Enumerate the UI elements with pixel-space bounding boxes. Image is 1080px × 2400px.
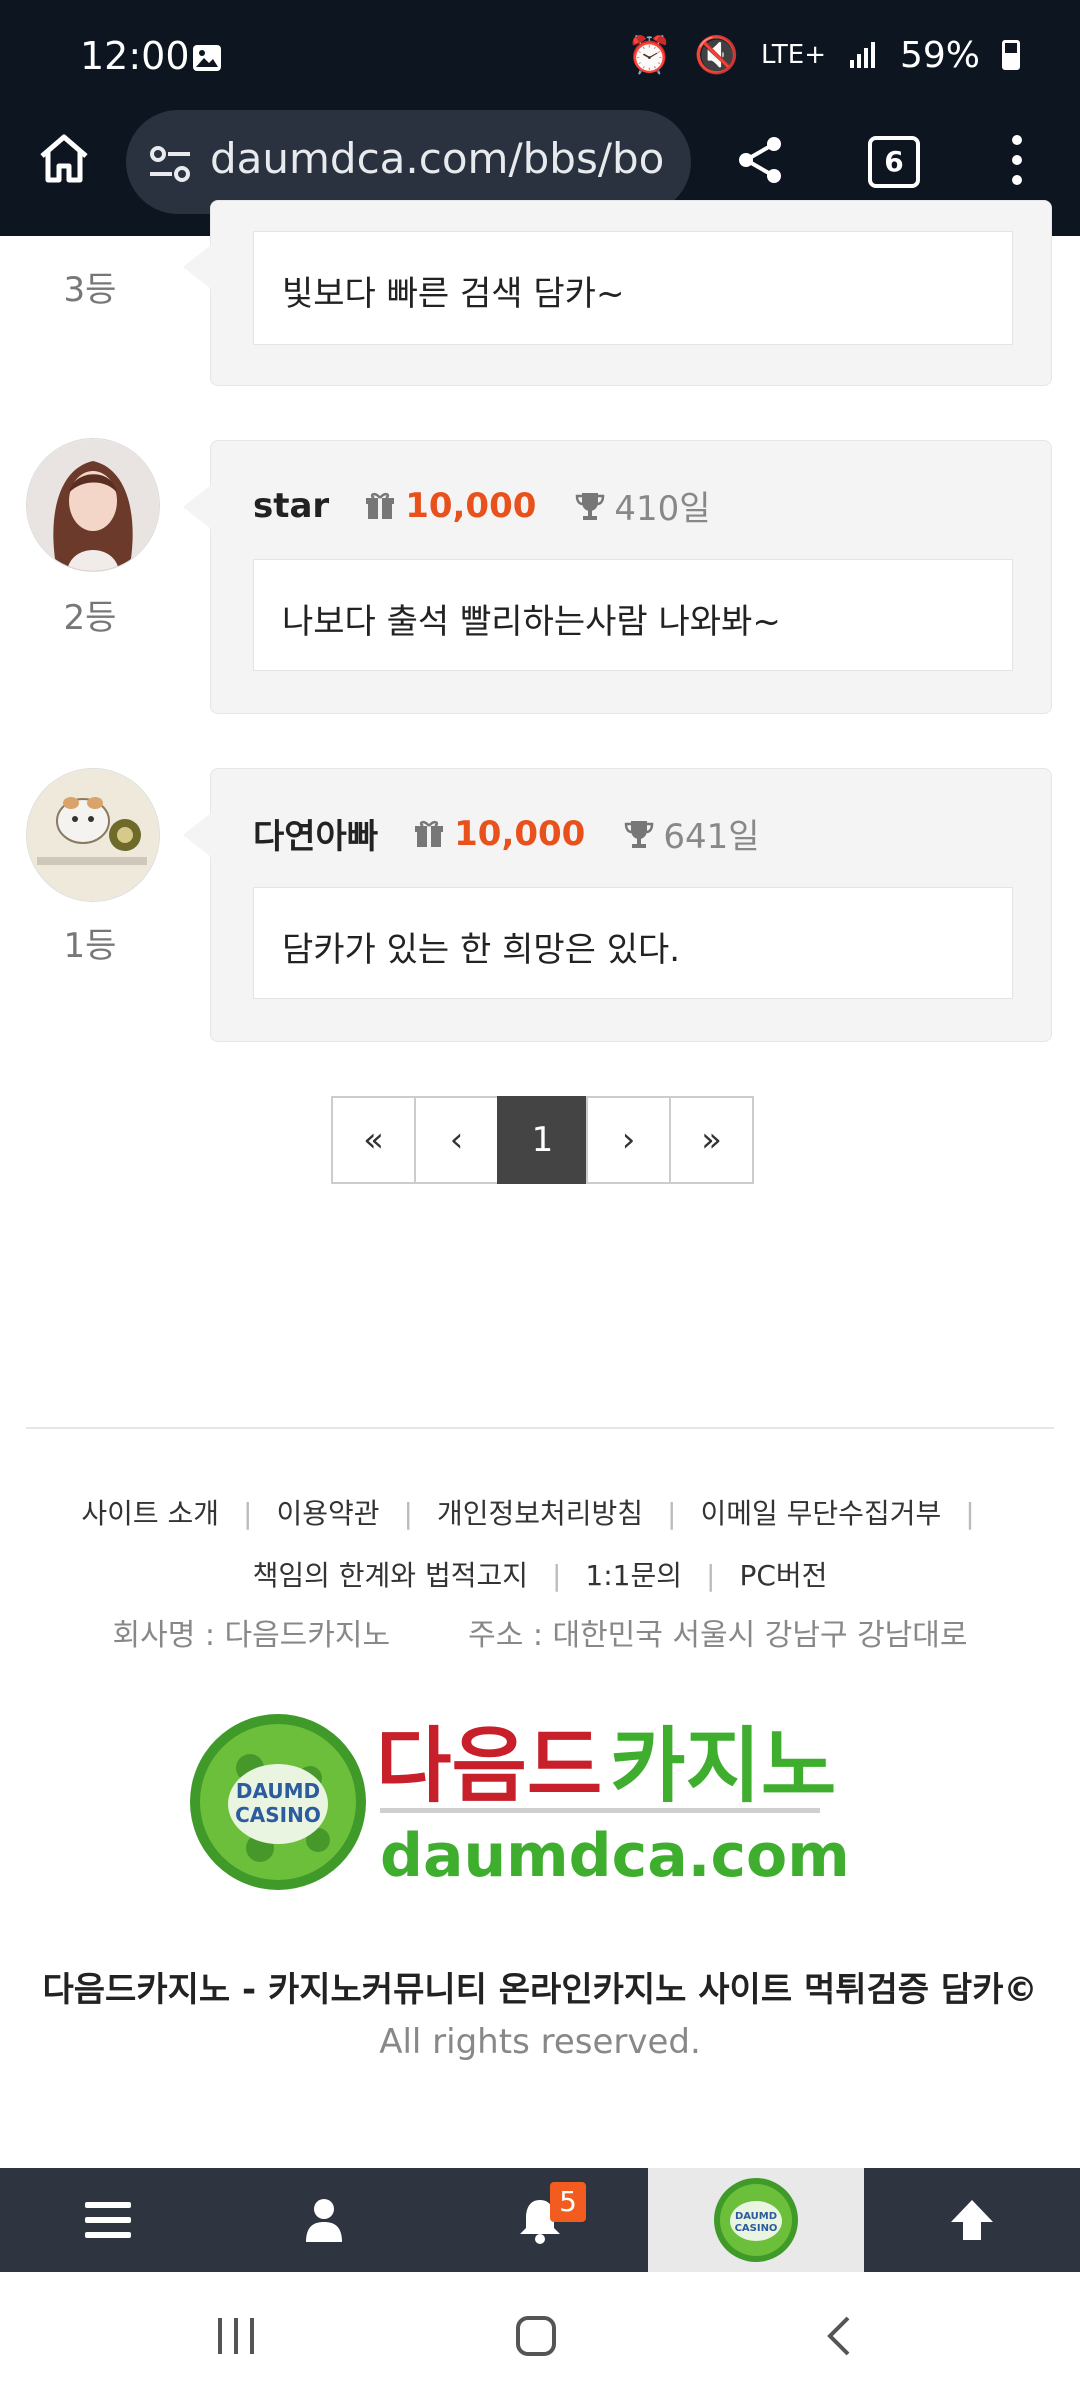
rank-label: 1등 (63, 926, 117, 966)
more-menu-icon[interactable] (1008, 132, 1026, 188)
company-name: 회사명 : 다음드카지노 (112, 1618, 391, 1653)
comment-message: 나보다 출석 빨리하는사람 나와봐~ (282, 602, 781, 642)
nav-menu-button[interactable] (0, 2168, 216, 2272)
svg-text:CASINO: CASINO (735, 2223, 778, 2234)
svg-text:DAUMD: DAUMD (735, 2211, 777, 2222)
user-icon (306, 2199, 342, 2242)
rights-text: All rights reserved. (379, 2022, 701, 2062)
home-icon[interactable] (38, 132, 90, 184)
company-info: 회사명 : 다음드카지노 주소 : 대한민국 서울시 강남구 강남대로 (0, 1610, 1080, 1654)
attendance-days: 641일 (663, 817, 760, 857)
network-label: LTE+ (760, 40, 826, 70)
comment-message-box: 나보다 출석 빨리하는사람 나와봐~ (253, 559, 1013, 671)
separator: | (551, 1559, 562, 1592)
footer-links-row1: 사이트 소개 | 이용약관 | 개인정보처리방침 | 이메일 무단수집거부 | (0, 1492, 1080, 1532)
gallery-icon (193, 45, 221, 71)
copyright-text: 다음드카지노 - 카지노커뮤니티 온라인카지노 사이트 먹튀검증 담카© (42, 1970, 1038, 2010)
hamburger-icon (85, 2202, 131, 2238)
last-page-button[interactable]: » (669, 1096, 754, 1184)
comment-meta: 다연아빠 10,000 641일 (253, 809, 760, 858)
bottom-nav: 5 DAUMD CASINO (0, 2168, 1080, 2272)
footer-links-row2: 책임의 한계와 법적고지 | 1:1문의 | PC버전 (0, 1554, 1080, 1594)
notification-badge: 5 (550, 2182, 586, 2222)
footer-link-privacy[interactable]: 개인정보처리방침 (437, 1497, 643, 1530)
avatar-image (27, 439, 159, 571)
footer-divider (26, 1427, 1054, 1429)
footer-link-terms[interactable]: 이용약관 (276, 1497, 379, 1530)
trophy-icon (625, 820, 654, 848)
footer-link-disclaimer[interactable]: 책임의 한계와 법적고지 (253, 1559, 528, 1592)
separator: | (403, 1497, 413, 1530)
address-bar[interactable]: daumdca.com/bbs/bo (126, 110, 691, 214)
nickname[interactable]: star (253, 486, 329, 526)
next-page-button[interactable]: › (586, 1096, 671, 1184)
nav-home-logo-button[interactable]: DAUMD CASINO (648, 2168, 864, 2272)
avatar[interactable] (26, 768, 160, 902)
site-logo[interactable]: DAUMD CASINO 다음드 카지노 daumdca.com (190, 1708, 850, 1898)
comment-message-box: 담카가 있는 한 희망은 있다. (253, 887, 1013, 999)
recent-apps-icon[interactable] (214, 2314, 258, 2358)
points-value: 10,000 (454, 813, 586, 854)
pagination: « ‹ 1 › » (331, 1096, 754, 1184)
separator: | (667, 1497, 677, 1530)
casino-logo-icon: DAUMD CASINO (714, 2178, 798, 2262)
battery-percent: 59% (899, 34, 980, 76)
mute-icon: 🔇 (694, 35, 739, 76)
current-page-button[interactable]: 1 (497, 1096, 588, 1184)
comment-bubble: 빛보다 빠른 검색 담카~ (183, 200, 1052, 386)
logo-domain: daumdca.com (380, 1821, 850, 1891)
home-nav-icon[interactable] (514, 2314, 558, 2358)
footer-link-inquiry[interactable]: 1:1문의 (585, 1559, 682, 1592)
footer-link-pc-version[interactable]: PC버전 (739, 1559, 827, 1592)
signal-icon (849, 42, 875, 68)
logo-badge-line2: CASINO (235, 1803, 321, 1827)
gift-icon (415, 820, 444, 847)
nav-user-button[interactable] (216, 2168, 432, 2272)
points-value: 10,000 (405, 485, 537, 526)
comment-meta: star 10,000 410일 (253, 481, 711, 530)
system-nav-bar (0, 2272, 1080, 2400)
first-page-button[interactable]: « (331, 1096, 416, 1184)
url-text[interactable]: daumdca.com/bbs/bo (210, 134, 664, 183)
nav-notification-button[interactable]: 5 (432, 2168, 648, 2272)
comment-bubble: star 10,000 410일 나보다 출석 빨리하는사람 나와봐~ (183, 440, 1052, 714)
company-address: 주소 : 대한민국 서울시 강남구 강남대로 (468, 1618, 968, 1653)
arrow-up-icon (951, 2200, 993, 2240)
prev-page-button[interactable]: ‹ (414, 1096, 499, 1184)
gift-icon (366, 492, 395, 519)
comment-message: 담카가 있는 한 희망은 있다. (282, 930, 681, 970)
separator: | (706, 1559, 716, 1592)
separator: | (243, 1497, 253, 1530)
avatar[interactable] (26, 438, 160, 572)
site-settings-icon[interactable] (148, 142, 192, 186)
footer-link-about[interactable]: 사이트 소개 (81, 1497, 219, 1530)
logo-badge: DAUMD CASINO (190, 1714, 366, 1890)
nav-scroll-top-button[interactable] (864, 2168, 1080, 2272)
logo-badge-line1: DAUMD (236, 1779, 320, 1803)
rank-label: 3등 (63, 270, 117, 310)
back-icon[interactable] (818, 2314, 862, 2358)
alarm-icon: ⏰ (627, 35, 673, 76)
attendance-days: 410일 (614, 489, 711, 529)
status-time: 12:00 (80, 34, 190, 78)
comment-bubble: 다연아빠 10,000 641일 담카가 있는 한 희망은 있다. (183, 768, 1052, 1042)
avatar-image (27, 769, 159, 901)
comment-message-box: 빛보다 빠른 검색 담카~ (253, 231, 1013, 345)
tab-switcher-button[interactable]: 6 (868, 136, 920, 188)
logo-text-green: 카지노 (610, 1719, 836, 1814)
share-icon[interactable] (734, 134, 786, 186)
trophy-icon (576, 492, 605, 520)
comment-message: 빛보다 빠른 검색 담카~ (282, 274, 625, 314)
battery-icon (1002, 40, 1020, 70)
separator: | (965, 1497, 975, 1530)
logo-text-red: 다음드 (376, 1719, 602, 1814)
footer-link-email-policy[interactable]: 이메일 무단수집거부 (700, 1497, 941, 1530)
nickname[interactable]: 다연아빠 (253, 809, 378, 858)
rank-label: 2등 (63, 598, 117, 638)
status-icons: ⏰ 🔇 LTE+ 59% (627, 34, 1020, 76)
